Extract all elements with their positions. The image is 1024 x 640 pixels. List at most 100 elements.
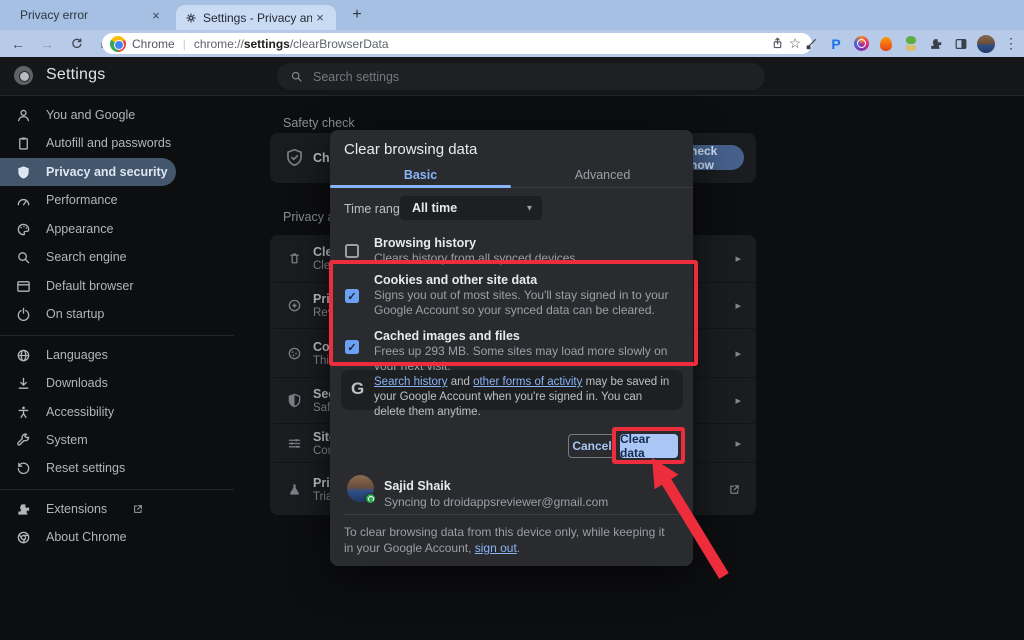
puzzle-icon — [16, 502, 31, 517]
accessibility-icon — [16, 405, 31, 420]
time-range-value: All time — [412, 201, 527, 215]
sidebar-item-label: Languages — [46, 348, 108, 362]
tab-privacy-error[interactable]: Privacy error — [10, 0, 172, 30]
annotation-box-clear-data — [612, 427, 685, 464]
p-extension-icon[interactable]: P — [827, 35, 845, 53]
sidebar-item-label: System — [46, 433, 88, 447]
sidebar-item-reset-settings[interactable]: Reset settings — [0, 454, 200, 482]
annotation-box-checkboxes — [329, 260, 698, 366]
sidebar-item-about-chrome[interactable]: About Chrome — [0, 523, 200, 551]
back-button[interactable] — [8, 34, 28, 54]
active-tab-underline — [330, 185, 511, 188]
forward-button[interactable] — [37, 34, 57, 54]
sidebar-item-default-browser[interactable]: Default browser — [0, 272, 200, 300]
sidebar-item-autofill[interactable]: Autofill and passwords — [0, 129, 200, 157]
sidebar-item-search-engine[interactable]: Search engine — [0, 243, 200, 271]
tab-close-icon[interactable] — [148, 7, 164, 23]
sidebar-item-on-startup[interactable]: On startup — [0, 300, 200, 328]
sidebar-item-label: Default browser — [46, 279, 134, 293]
tab-settings[interactable]: Settings - Privacy and security — [176, 5, 336, 30]
safety-check-heading: Safety check — [283, 116, 355, 130]
sidebar-item-languages[interactable]: Languages — [0, 341, 200, 369]
tab-basic[interactable]: Basic — [330, 163, 511, 187]
browser-menu-icon[interactable] — [1002, 35, 1020, 53]
download-icon — [16, 376, 31, 391]
tab-close-icon[interactable] — [312, 10, 328, 26]
sidebar-item-performance[interactable]: Performance — [0, 186, 200, 214]
browsing-history-checkbox[interactable] — [345, 244, 359, 258]
search-settings-input[interactable]: Search settings — [277, 63, 765, 90]
time-range-select[interactable]: All time — [400, 196, 542, 220]
user-icon — [16, 108, 31, 123]
side-panel-icon[interactable] — [952, 35, 970, 53]
sidebar-item-you-and-google[interactable]: You and Google — [0, 101, 200, 129]
share-icon[interactable] — [768, 35, 786, 53]
sidebar-item-label: You and Google — [46, 108, 135, 122]
sidebar-item-system[interactable]: System — [0, 426, 200, 454]
address-bar[interactable]: Chrome | chrome://settings/clearBrowserD… — [102, 33, 812, 54]
checkbox-item-title: Browsing history — [374, 236, 476, 250]
chevron-right-icon — [735, 299, 741, 312]
sidebar-item-appearance[interactable]: Appearance — [0, 215, 200, 243]
extensions-puzzle-icon[interactable] — [927, 35, 945, 53]
globe-icon — [16, 348, 31, 363]
search-history-link[interactable]: Search history — [374, 376, 448, 388]
sliders-icon — [287, 436, 302, 451]
tab-advanced[interactable]: Advanced — [512, 163, 693, 187]
reset-history-icon — [16, 461, 31, 476]
cookie-icon — [287, 346, 302, 361]
sidebar-item-privacy-security[interactable]: Privacy and security — [0, 158, 200, 186]
tab-strip: Privacy error Settings - Privacy and sec… — [0, 0, 1024, 30]
sidebar-item-label: Privacy and security — [46, 165, 168, 179]
sidebar-divider — [0, 489, 234, 490]
account-sync-status: Syncing to droidappsreviewer@gmail.com — [384, 495, 608, 509]
search-placeholder: Search settings — [313, 70, 399, 84]
chrome-logo-icon — [14, 66, 33, 85]
sidebar-item-extensions[interactable]: Extensions — [0, 495, 200, 523]
trash-icon — [287, 251, 302, 266]
notice-text-mid: and — [448, 376, 474, 388]
sidebar-item-downloads[interactable]: Downloads — [0, 369, 200, 397]
browser-window: Privacy error Settings - Privacy and sec… — [0, 0, 1024, 640]
sidebar-item-label: Reset settings — [46, 461, 125, 475]
sign-out-link[interactable]: sign out — [475, 541, 517, 555]
cancel-button[interactable]: Cancel — [568, 434, 616, 458]
sidebar-item-label: On startup — [46, 307, 104, 321]
browser-toolbar: Chrome | chrome://settings/clearBrowserD… — [0, 30, 1024, 57]
page-title: Settings — [46, 66, 105, 84]
search-icon — [16, 250, 31, 265]
browser-window-icon — [16, 279, 31, 294]
sidebar-item-label: About Chrome — [46, 530, 127, 544]
sync-badge-icon — [365, 493, 376, 504]
profile-avatar[interactable] — [977, 35, 995, 53]
other-activity-link[interactable]: other forms of activity — [473, 376, 582, 388]
chrome-favicon — [110, 36, 126, 52]
new-tab-button[interactable] — [346, 4, 368, 26]
search-icon — [290, 70, 303, 83]
settings-sidebar: You and Google Autofill and passwords Pr… — [0, 96, 240, 640]
sidebar-item-label: Accessibility — [46, 405, 114, 419]
power-icon — [16, 307, 31, 322]
reload-button[interactable] — [66, 34, 86, 54]
tab-title: Privacy error — [20, 8, 148, 22]
flame-extension-icon[interactable] — [877, 35, 895, 53]
plant-extension-icon[interactable] — [902, 35, 920, 53]
chrome-icon — [16, 530, 31, 545]
shield-icon — [16, 165, 31, 180]
url-path: /clearBrowserData — [290, 37, 389, 51]
sidebar-divider — [0, 335, 234, 336]
address-separator: | — [183, 37, 186, 51]
sidebar-item-label: Autofill and passwords — [46, 136, 171, 150]
privacy-guide-icon — [287, 298, 302, 313]
external-link-icon — [728, 483, 741, 496]
eyedropper-extension-icon[interactable] — [802, 35, 820, 53]
notice-text: Search history and other forms of activi… — [374, 375, 676, 420]
sidebar-item-label: Performance — [46, 193, 118, 207]
url-scheme: chrome:// — [194, 37, 244, 51]
camera-extension-icon[interactable] — [852, 35, 870, 53]
dialog-divider — [344, 514, 679, 515]
sidebar-item-accessibility[interactable]: Accessibility — [0, 398, 200, 426]
clipboard-icon — [16, 136, 31, 151]
external-link-icon — [132, 503, 144, 515]
settings-gear-icon — [185, 12, 197, 24]
